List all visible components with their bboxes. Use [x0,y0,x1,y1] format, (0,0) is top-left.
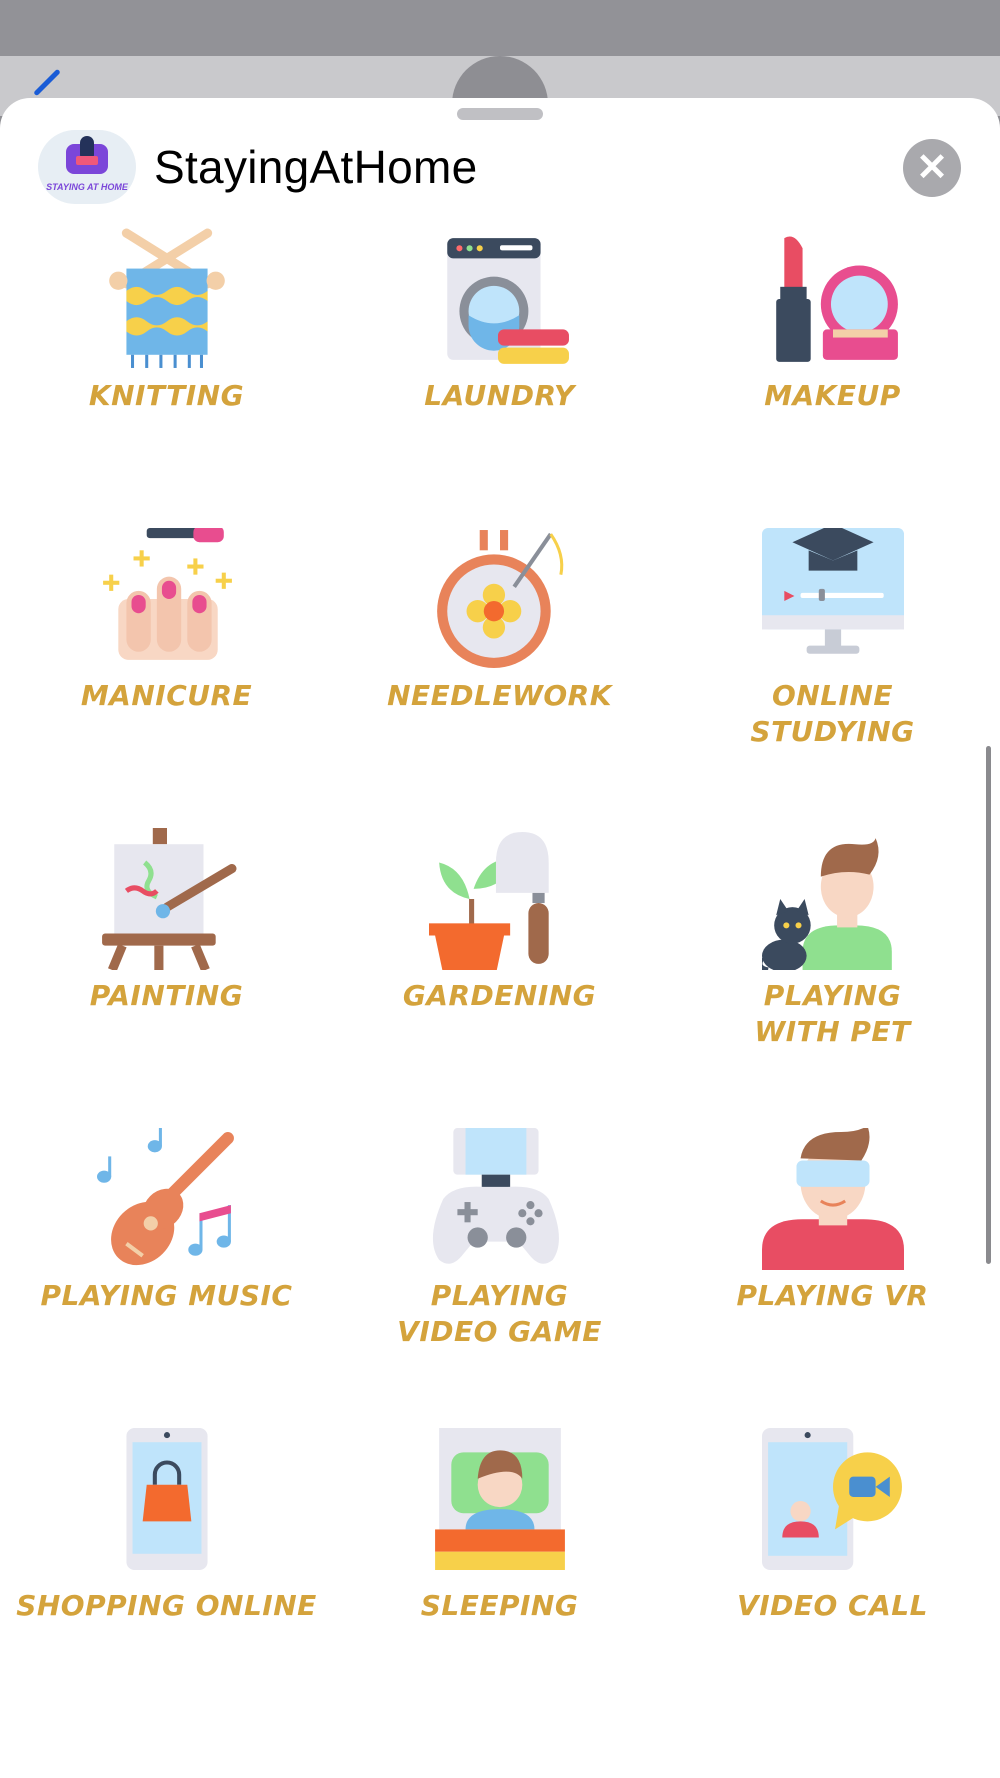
close-button[interactable]: ✕ [903,139,961,197]
sticker-needlework[interactable]: NEEDLEWORK [333,528,666,828]
sticker-label: ONLINE STUDYING [750,679,915,748]
sticker-playing-with-pet[interactable]: PLAYING WITH PET [666,828,999,1128]
sticker-label: PLAYING WITH PET [754,979,911,1048]
sheet-grabber[interactable] [457,108,543,120]
laundry-icon [447,238,569,364]
sticker-laundry[interactable]: LAUNDRY [333,228,666,528]
painting-icon [102,828,237,970]
sticker-label: PLAYING VR [736,1279,929,1312]
sticker-label: LAUNDRY [424,379,575,412]
sticker-label: GARDENING [402,979,597,1012]
sticker-manicure[interactable]: MANICURE [0,528,333,828]
sticker-label: PLAYING VIDEO GAME [397,1279,602,1348]
online-studying-icon [762,528,904,654]
sticker-label: PLAYING MUSIC [40,1279,293,1312]
playing-video-game-icon [432,1128,559,1264]
sticker-gardening[interactable]: GARDENING [333,828,666,1128]
sticker-label: SHOPPING ONLINE [16,1589,317,1622]
sticker-playing-video-game[interactable]: PLAYING VIDEO GAME [333,1128,666,1428]
laptop-icon [76,156,98,165]
sticker-playing-vr[interactable]: PLAYING VR [666,1128,999,1428]
app-icon-caption: STAYING AT HOME [46,182,128,192]
playing-with-pet-icon [762,838,892,970]
sticker-makeup[interactable]: MAKEUP [666,228,999,528]
video-call-icon [762,1428,902,1570]
sticker-shopping-online[interactable]: SHOPPING ONLINE [0,1428,333,1728]
sticker-label: SLEEPING [420,1589,579,1622]
makeup-icon [776,236,898,362]
page-title: StayingAtHome [154,141,478,193]
sticker-painting[interactable]: PAINTING [0,828,333,1128]
knitting-icon [109,228,225,368]
sticker-playing-music[interactable]: PLAYING MUSIC [0,1128,333,1428]
app-icon: STAYING AT HOME [38,130,136,204]
sheet-header: STAYING AT HOME StayingAtHome ✕ [0,128,1000,208]
sticker-label: MAKEUP [764,379,901,412]
sticker-label: NEEDLEWORK [387,679,612,712]
sticker-sleeping[interactable]: SLEEPING [333,1428,666,1728]
sticker-sheet: STAYING AT HOME StayingAtHome ✕ KNITTING [0,98,1000,1778]
background-status-area [0,0,1000,56]
needlework-icon [437,530,564,668]
sticker-knitting[interactable]: KNITTING [0,228,333,528]
sticker-label: KNITTING [88,379,245,412]
sleeping-icon [435,1428,565,1570]
person-icon [80,136,94,158]
sticker-label: PAINTING [89,979,244,1012]
playing-music-icon [97,1128,234,1266]
manicure-icon [103,528,232,660]
sticker-label: MANICURE [80,679,253,712]
sticker-online-studying[interactable]: ONLINE STUDYING [666,528,999,828]
playing-vr-icon [762,1128,904,1270]
shopping-online-icon [126,1428,208,1570]
sticker-label: VIDEO CALL [737,1589,928,1622]
scrollbar[interactable] [986,746,991,1264]
sticker-video-call[interactable]: VIDEO CALL [666,1428,999,1728]
gardening-icon [429,832,549,970]
